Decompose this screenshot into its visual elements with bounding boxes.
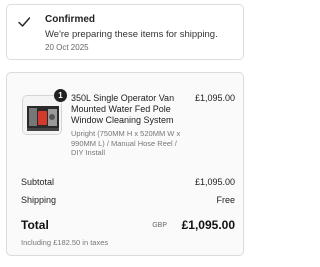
- total-amount: £1,095.00: [181, 218, 235, 232]
- quantity-badge: 1: [54, 89, 67, 102]
- item-variant: Upright (750MM H x 520MM W x 990MM L) / …: [71, 129, 181, 157]
- shipping-row: Shipping Free: [21, 195, 235, 207]
- total-label: Total: [21, 218, 49, 232]
- confirmation-date: 20 Oct 2025: [45, 43, 89, 52]
- order-summary-card: 1 350L Single Operator Van Mounted Water…: [6, 72, 244, 256]
- confirmation-title: Confirmed: [45, 14, 95, 25]
- subtotal-row: Subtotal £1,095.00: [21, 177, 235, 189]
- subtotal-label: Subtotal: [21, 177, 55, 187]
- confirmation-message: We're preparing these items for shipping…: [45, 29, 218, 40]
- confirmation-card: Confirmed We're preparing these items fo…: [6, 4, 244, 60]
- item-title: 350L Single Operator Van Mounted Water F…: [71, 93, 175, 125]
- product-thumbnail[interactable]: [22, 95, 62, 135]
- subtotal-value: £1,095.00: [194, 177, 235, 187]
- shipping-label: Shipping: [21, 195, 57, 205]
- item-price: £1,095.00: [194, 93, 235, 103]
- total-row: Total GBP £1,095.00: [21, 218, 235, 236]
- total-currency: GBP: [152, 222, 167, 229]
- shipping-value: Free: [216, 195, 235, 205]
- order-status-page: Confirmed We're preparing these items fo…: [0, 0, 250, 267]
- taxes-note: Including £182.50 in taxes: [21, 238, 109, 247]
- check-icon: [17, 15, 31, 29]
